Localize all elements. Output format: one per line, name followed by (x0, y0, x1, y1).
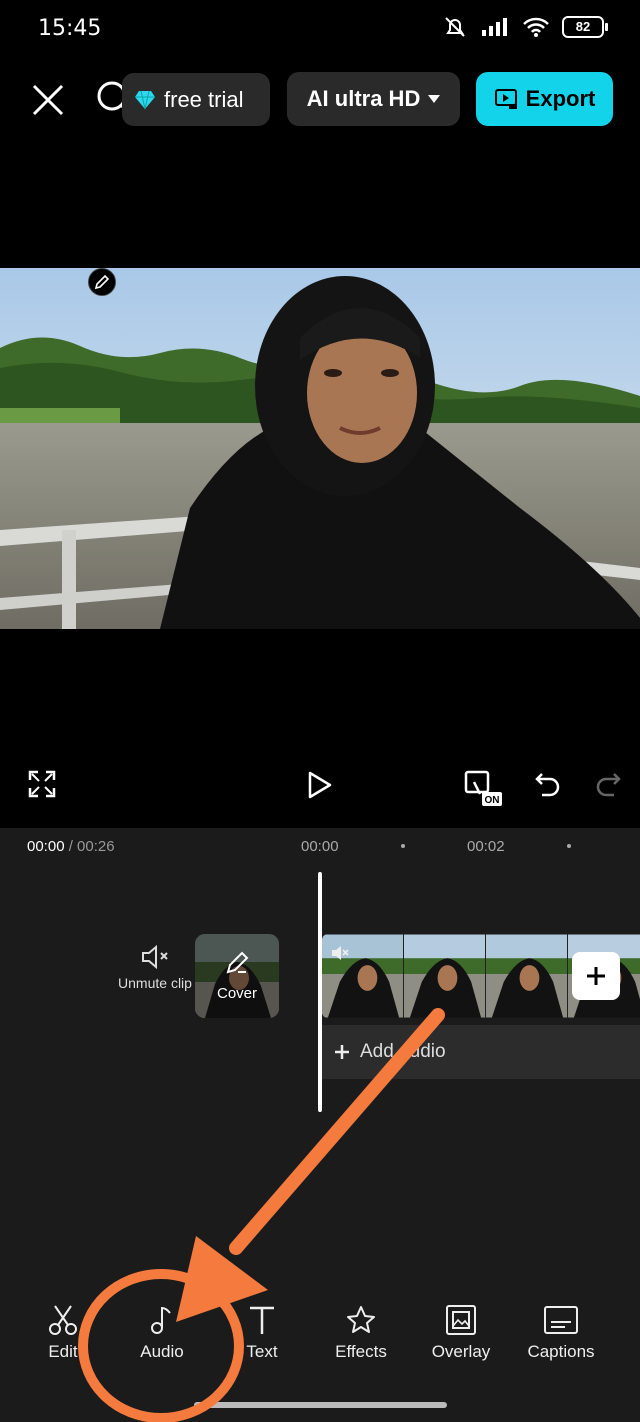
bottom-toolbar: Edit Audio Text Effects Overlay Captions (0, 1290, 640, 1422)
silent-bell-icon (445, 17, 465, 37)
video-preview[interactable] (0, 268, 640, 629)
overlay-icon (446, 1305, 476, 1335)
fullscreen-icon[interactable] (28, 770, 56, 798)
export-button[interactable]: Export (476, 72, 613, 126)
text-icon (250, 1306, 274, 1334)
status-time: 15:45 (38, 16, 102, 41)
timeline-panel: 00:00 / 00:26 00:00 00:02 Unmute clip Co… (0, 828, 640, 1290)
playback-controls: ON (0, 760, 640, 816)
close-icon[interactable] (28, 80, 68, 120)
ruler-dot (567, 844, 571, 848)
tool-label: Edit (48, 1342, 78, 1361)
diamond-icon (135, 90, 155, 109)
wifi-icon (523, 17, 549, 37)
play-icon[interactable] (306, 770, 334, 800)
scissors-icon (49, 1305, 77, 1335)
add-clip-button[interactable] (572, 952, 620, 1000)
export-label: Export (525, 86, 596, 111)
tool-label: Captions (527, 1342, 595, 1361)
plus-icon (335, 1045, 349, 1059)
cover-thumbnail (195, 934, 279, 1018)
battery-icon: 82 (562, 16, 608, 38)
export-icon (494, 89, 517, 109)
clip-frame (404, 934, 486, 1018)
keyframe-on-icon[interactable]: ON (462, 768, 504, 808)
unmute-clip-button[interactable]: Unmute clip (118, 944, 192, 991)
ruler-mark: 00:00 (301, 838, 339, 855)
pencil-icon (226, 951, 249, 974)
tool-label: Audio (140, 1342, 184, 1361)
redo-icon[interactable] (594, 770, 622, 798)
music-note-icon (151, 1306, 171, 1334)
total-time: / 00:26 (68, 838, 115, 855)
pencil-icon (94, 274, 110, 290)
edit-pencil-badge[interactable] (88, 268, 116, 296)
caret-down-icon (428, 95, 441, 103)
tool-text[interactable]: Text (217, 1304, 307, 1362)
editor-top-bar: free trial AI ultra HD Export (0, 64, 640, 134)
tool-overlay[interactable]: Overlay (416, 1304, 506, 1362)
unmute-clip-label: Unmute clip (118, 975, 192, 991)
home-indicator[interactable] (194, 1402, 447, 1408)
free-trial-button[interactable]: free trial (122, 73, 270, 126)
signal-icon (482, 18, 507, 36)
clip-frame (486, 934, 568, 1018)
svg-text:ON: ON (485, 795, 500, 806)
status-bar: 15:45 82 (0, 0, 640, 58)
quality-label: AI ultra HD (306, 86, 421, 111)
tool-edit[interactable]: Edit (18, 1304, 108, 1362)
plus-icon (587, 967, 605, 985)
tool-label: Overlay (431, 1342, 491, 1361)
current-time: 00:00 (27, 838, 65, 855)
cover-button[interactable]: Cover (195, 934, 279, 1018)
free-trial-label: free trial (164, 86, 244, 112)
clip-muted-icon (332, 946, 349, 960)
undo-icon[interactable] (534, 770, 562, 798)
effects-star-icon (347, 1306, 375, 1333)
captions-icon (544, 1306, 578, 1334)
tool-label: Text (246, 1342, 278, 1361)
add-audio-label: Add audio (360, 1041, 446, 1062)
preview-frame-image (0, 268, 640, 629)
ruler-dot (401, 844, 405, 848)
tool-captions[interactable]: Captions (516, 1304, 606, 1362)
ruler-mark: 00:02 (467, 838, 505, 855)
status-icons: 82 (442, 14, 608, 40)
time-readout: 00:00 / 00:26 (27, 838, 115, 855)
cover-label: Cover (216, 985, 257, 1002)
quality-dropdown[interactable]: AI ultra HD (287, 72, 460, 126)
muted-speaker-icon (142, 944, 168, 970)
tool-label: Effects (335, 1342, 387, 1361)
tool-effects[interactable]: Effects (316, 1304, 406, 1362)
tool-audio[interactable]: Audio (117, 1304, 207, 1362)
add-audio-button[interactable]: Add audio (322, 1025, 640, 1079)
